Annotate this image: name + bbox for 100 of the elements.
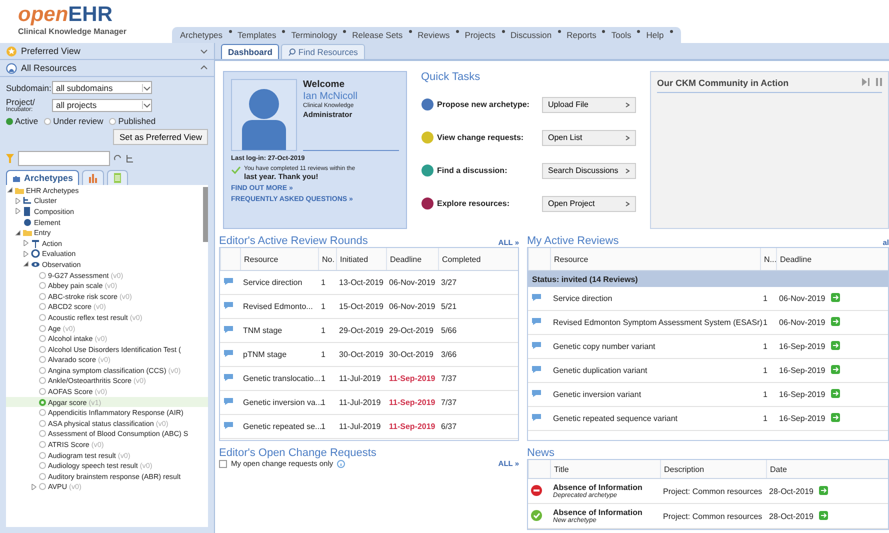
- menu-item[interactable]: Reviews: [418, 30, 450, 40]
- column-header[interactable]: Deadline: [776, 248, 828, 270]
- speech-bubble-icon[interactable]: [223, 397, 234, 406]
- arrow-icon[interactable]: [831, 293, 840, 302]
- speech-bubble-icon[interactable]: [223, 373, 234, 382]
- speech-bubble-icon[interactable]: [531, 413, 542, 422]
- chevron-icon[interactable]: [200, 47, 208, 55]
- column-header[interactable]: Completed: [438, 248, 484, 270]
- news-title[interactable]: Absence of Information: [553, 508, 657, 517]
- column-header[interactable]: Resource: [240, 248, 318, 270]
- subdomain-dropdown[interactable]: all subdomains: [52, 81, 152, 94]
- speech-bubble-icon[interactable]: [223, 349, 234, 358]
- speech-bubble-icon[interactable]: [223, 421, 234, 430]
- sidebar-tab[interactable]: Archetypes: [6, 170, 80, 185]
- table-cell-text: 11-Jul-2019: [338, 374, 382, 383]
- tree-icon[interactable]: [126, 154, 134, 162]
- main-tab[interactable]: Find Resources: [281, 44, 365, 59]
- sidebar-tab[interactable]: [107, 170, 128, 185]
- set-preferred-view-button[interactable]: Set as Preferred View: [113, 129, 208, 145]
- menu-item[interactable]: Tools: [611, 30, 632, 40]
- speech-bubble-icon[interactable]: [531, 389, 542, 398]
- task-button[interactable]: Upload File: [542, 96, 636, 112]
- column-header[interactable]: Initiated: [336, 248, 386, 270]
- sidebar-tab[interactable]: [82, 170, 104, 185]
- column-header[interactable]: N...: [760, 248, 776, 270]
- speech-bubble-icon[interactable]: [531, 341, 542, 350]
- menu-item[interactable]: Archetypes: [180, 30, 223, 40]
- task-button[interactable]: Open List: [542, 130, 636, 146]
- column-header[interactable]: Description: [660, 460, 766, 478]
- section-heading: Editor's Open Change Requests: [219, 447, 378, 459]
- menu-item[interactable]: Release Sets: [352, 30, 403, 40]
- radio-button[interactable]: [44, 118, 52, 124]
- checkbox[interactable]: [219, 460, 227, 468]
- dropdown-arrow-icon[interactable]: [142, 84, 151, 92]
- table-cell-text: Genetic copy number variant: [552, 342, 656, 351]
- arrow-icon[interactable]: [831, 365, 840, 374]
- table-cell-text: 1: [320, 302, 326, 311]
- refresh-icon[interactable]: [114, 154, 122, 162]
- radio-label[interactable]: Published: [118, 116, 156, 126]
- arrow-icon[interactable]: [819, 510, 828, 520]
- column-header[interactable]: Title: [550, 460, 660, 478]
- radio-button[interactable]: [109, 118, 116, 124]
- arrow-icon[interactable]: [831, 389, 840, 398]
- task-button[interactable]: Open Project: [542, 196, 636, 212]
- expand-arrow-icon[interactable]: [22, 261, 28, 268]
- menu-item[interactable]: Help: [646, 30, 664, 40]
- openehr-logo[interactable]: openEHR: [18, 4, 172, 26]
- panel-title[interactable]: All Resources: [21, 63, 196, 73]
- menu-item[interactable]: Projects: [464, 30, 496, 40]
- column-header[interactable]: Deadline: [386, 248, 438, 270]
- arrow-icon[interactable]: [831, 413, 840, 422]
- column-header[interactable]: No.: [318, 248, 336, 270]
- menu-item[interactable]: Templates: [238, 30, 276, 40]
- pause-icon[interactable]: [876, 78, 882, 86]
- table-cell-text: 11-Sep-2019: [388, 398, 436, 407]
- radio-label[interactable]: Under review: [53, 116, 104, 126]
- task-label: View change requests:: [437, 133, 525, 142]
- expand-arrow-icon[interactable]: [6, 187, 12, 194]
- news-title[interactable]: Absence of Information: [553, 483, 657, 492]
- project-dropdown[interactable]: all projects: [52, 98, 152, 112]
- speech-bubble-icon[interactable]: [531, 317, 542, 326]
- info-icon[interactable]: [337, 460, 346, 468]
- radio-button[interactable]: [6, 118, 13, 124]
- speech-bubble-icon[interactable]: [531, 365, 542, 374]
- column-header[interactable]: Date: [766, 460, 816, 478]
- chevron-icon[interactable]: [200, 64, 208, 72]
- task-label: Find a discussion:: [437, 166, 508, 175]
- table-cell-text: 06-Nov-2019: [778, 318, 826, 327]
- column-header[interactable]: Resource: [550, 248, 760, 270]
- speech-bubble-icon[interactable]: [223, 301, 234, 310]
- menu-item[interactable]: Discussion: [510, 30, 552, 40]
- arrow-icon[interactable]: [831, 341, 840, 350]
- task-button[interactable]: Search Discussions: [542, 162, 636, 178]
- filter-field[interactable]: [18, 151, 110, 166]
- speech-bubble-icon[interactable]: [531, 293, 542, 302]
- panel-title[interactable]: Preferred View: [21, 46, 196, 56]
- table-cell-text: 1: [762, 318, 768, 327]
- arrow-icon[interactable]: [831, 317, 840, 326]
- action-icon: [31, 238, 40, 248]
- table-cell-text: TNM stage: [242, 326, 284, 335]
- expand-arrow-icon[interactable]: [14, 230, 20, 236]
- table-cell-text: 7/37: [440, 374, 458, 383]
- folder-icon: [23, 228, 32, 238]
- speech-bubble-icon[interactable]: [223, 325, 234, 334]
- table-cell-text: 28-Oct-2019: [768, 512, 814, 520]
- filter-icon[interactable]: [6, 154, 14, 163]
- skip-icon[interactable]: [862, 78, 870, 86]
- table-cell-text: 29-Oct-2019: [388, 326, 434, 335]
- main-tab[interactable]: Dashboard: [221, 44, 280, 59]
- radio-label[interactable]: Active: [15, 116, 38, 126]
- dropdown-arrow-icon[interactable]: [142, 101, 151, 109]
- checkmark-icon: [531, 510, 542, 520]
- menu-item[interactable]: Terminology: [291, 30, 338, 40]
- group-header[interactable]: Status: invited (14 Reviews): [528, 271, 888, 287]
- table-cell-text: 3/66: [440, 350, 458, 359]
- arrow-icon[interactable]: [819, 486, 828, 494]
- table-cell-text: 06-Nov-2019: [778, 294, 826, 303]
- speech-bubble-icon[interactable]: [223, 277, 234, 286]
- observation-icon: [31, 260, 40, 269]
- menu-item[interactable]: Reports: [566, 30, 596, 40]
